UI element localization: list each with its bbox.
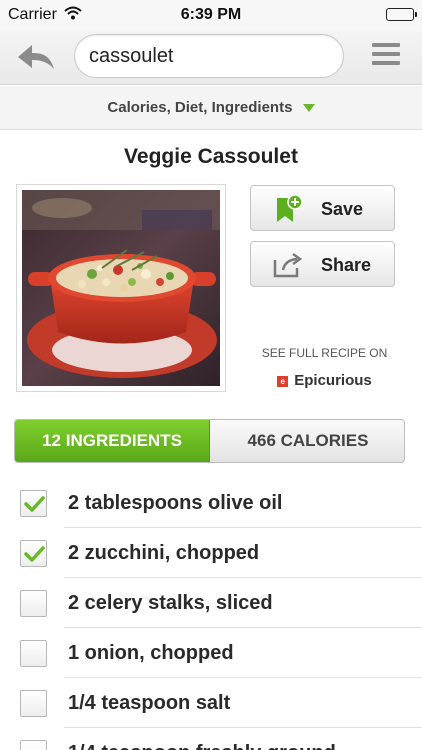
share-label: Share bbox=[321, 255, 372, 275]
source-link[interactable]: e Epicurious bbox=[232, 372, 417, 389]
ingredient-row[interactable]: 1/4 teaspoon freshly ground bbox=[0, 728, 422, 750]
share-button[interactable]: Share bbox=[250, 241, 395, 287]
back-button[interactable] bbox=[14, 41, 60, 73]
tab-bar: 12 INGREDIENTS 466 CALORIES bbox=[14, 419, 405, 463]
checkbox-unchecked[interactable] bbox=[20, 740, 47, 750]
checkbox-checked[interactable] bbox=[20, 540, 47, 567]
source-name: Epicurious bbox=[294, 372, 372, 389]
ingredient-row[interactable]: 2 tablespoons olive oil bbox=[0, 478, 422, 528]
cassoulet-photo-image bbox=[22, 190, 220, 386]
checkbox-unchecked[interactable] bbox=[20, 690, 47, 717]
battery-icon bbox=[386, 8, 417, 21]
checkmark-icon bbox=[24, 546, 45, 562]
ingredient-text: 2 celery stalks, sliced bbox=[68, 592, 273, 614]
filter-label: Calories, Diet, Ingredients bbox=[107, 99, 293, 116]
tab-ingredients[interactable]: 12 INGREDIENTS bbox=[15, 420, 210, 462]
recipe-photo[interactable] bbox=[16, 184, 226, 392]
hamburger-icon bbox=[372, 43, 400, 47]
bookmark-add-icon bbox=[277, 194, 303, 222]
ingredient-row[interactable]: 2 zucchini, chopped bbox=[0, 528, 422, 578]
ingredient-text: 2 zucchini, chopped bbox=[68, 542, 260, 564]
ingredients-list: 2 tablespoons olive oil 2 zucchini, chopp… bbox=[0, 478, 422, 750]
status-bar: Carrier 6:39 PM bbox=[0, 0, 422, 30]
save-button[interactable]: Save bbox=[250, 185, 395, 231]
ingredient-row[interactable]: 2 celery stalks, sliced bbox=[0, 578, 422, 628]
recipe-title: Veggie Cassoulet bbox=[124, 145, 298, 168]
search-header bbox=[0, 30, 422, 85]
tab-calories[interactable]: 466 CALORIES bbox=[211, 420, 404, 462]
menu-button[interactable] bbox=[372, 43, 400, 69]
back-arrow-icon bbox=[18, 45, 54, 69]
ingredient-text: 1/4 teaspoon freshly ground bbox=[68, 742, 336, 750]
ingredient-text: 1 onion, chopped bbox=[68, 642, 234, 664]
see-full-recipe-label: SEE FULL RECIPE ON bbox=[261, 346, 388, 360]
ingredient-text: 2 tablespoons olive oil bbox=[68, 492, 283, 514]
checkbox-checked[interactable] bbox=[20, 490, 47, 517]
epicurious-logo-icon: e bbox=[277, 376, 289, 387]
checkbox-unchecked[interactable] bbox=[20, 640, 47, 667]
checkbox-unchecked[interactable] bbox=[20, 590, 47, 617]
clock: 6:39 PM bbox=[180, 6, 242, 23]
checkmark-icon bbox=[24, 496, 45, 512]
ingredient-row[interactable]: 1 onion, chopped bbox=[0, 628, 422, 678]
ingredient-text: 1/4 teaspoon salt bbox=[68, 692, 231, 714]
filter-dropdown[interactable]: Calories, Diet, Ingredients bbox=[107, 99, 315, 116]
ingredient-row[interactable]: 1/4 teaspoon salt bbox=[0, 678, 422, 728]
save-label: Save bbox=[321, 199, 364, 219]
caret-down-icon bbox=[302, 104, 315, 113]
search-input[interactable] bbox=[74, 34, 344, 78]
share-icon bbox=[273, 252, 303, 278]
filter-bar: Calories, Diet, Ingredients bbox=[0, 86, 422, 130]
